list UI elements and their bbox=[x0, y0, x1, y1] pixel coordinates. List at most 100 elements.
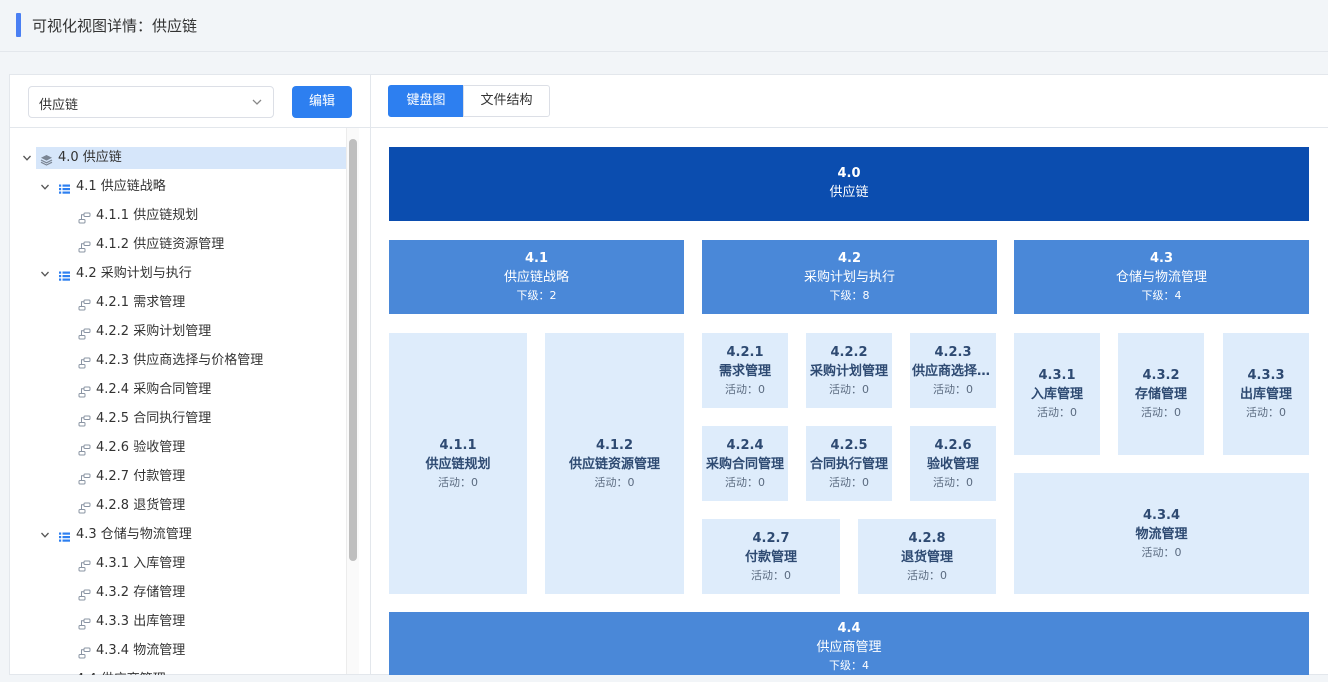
block-code: 4.2.6 bbox=[934, 437, 972, 453]
leaf-block[interactable]: 4.2.4 采购合同管理 活动：0 bbox=[702, 426, 788, 501]
leaf-block[interactable]: 4.1.2 供应链资源管理 活动：0 bbox=[545, 333, 684, 594]
chevron-down-icon[interactable] bbox=[22, 153, 32, 163]
leaf-block[interactable]: 4.3.1 入库管理 活动：0 bbox=[1014, 333, 1100, 455]
block-name: 供应商选择与价格管理 bbox=[912, 363, 996, 379]
tab-keyboard-map[interactable]: 键盘图 bbox=[388, 85, 464, 117]
tree-item[interactable]: 4.2.8 退货管理 bbox=[10, 495, 346, 517]
block-sub: 下级：8 bbox=[829, 289, 870, 302]
flow-icon bbox=[78, 413, 91, 427]
leaf-block[interactable]: 4.2.1 需求管理 活动：0 bbox=[702, 333, 788, 408]
tree-scrollbar-thumb[interactable] bbox=[349, 139, 357, 561]
group-block[interactable]: 4.3 仓储与物流管理 下级：4 bbox=[1014, 240, 1309, 314]
flow-icon bbox=[78, 326, 91, 340]
tree-item[interactable]: 4.4 供应商管理 bbox=[10, 669, 346, 675]
tree-item[interactable]: 4.2.1 需求管理 bbox=[10, 292, 346, 314]
block-code: 4.2.7 bbox=[752, 530, 790, 546]
tree-item-label: 4.4 供应商管理 bbox=[76, 669, 166, 675]
tree-item-label: 4.3.3 出库管理 bbox=[96, 614, 186, 629]
tree-item[interactable]: 4.3.3 出库管理 bbox=[10, 611, 346, 633]
block-code: 4.2.5 bbox=[830, 437, 868, 453]
leaf-block[interactable]: 4.2.7 付款管理 活动：0 bbox=[702, 519, 840, 594]
tree-item-label: 4.2.6 验收管理 bbox=[96, 440, 186, 455]
tree-item-label: 4.0 供应链 bbox=[58, 150, 122, 165]
block-code: 4.0 bbox=[837, 166, 861, 181]
block-sub: 活动：0 bbox=[1246, 406, 1286, 419]
block-name: 需求管理 bbox=[718, 363, 771, 379]
block-code: 4.2.8 bbox=[908, 530, 946, 546]
block-code: 4.1.2 bbox=[595, 437, 633, 453]
view-select-value: 供应链 bbox=[39, 98, 79, 113]
tree-item-label: 4.1.2 供应链资源管理 bbox=[96, 237, 225, 252]
block-name: 供应链战略 bbox=[503, 270, 569, 285]
leaf-block[interactable]: 4.3.2 存储管理 活动：0 bbox=[1118, 333, 1204, 455]
block-sub: 活动：0 bbox=[907, 568, 947, 582]
block-code: 4.3 bbox=[1149, 251, 1174, 266]
keyboard-map-canvas: 4.0 供应链 4.1 供应链战略 下级：2 4.2 采购计划与执行 下级：8 4.3 仓储与物流… bbox=[371, 128, 1328, 675]
view-select[interactable]: 供应链 bbox=[28, 86, 274, 118]
leaf-block[interactable]: 4.1.1 供应链规划 活动：0 bbox=[389, 333, 527, 594]
flow-icon bbox=[78, 471, 91, 485]
tab-file-structure[interactable]: 文件结构 bbox=[463, 85, 550, 117]
block-name: 退货管理 bbox=[900, 549, 953, 565]
block-name: 入库管理 bbox=[1030, 387, 1083, 402]
tree-item[interactable]: 4.0 供应链 bbox=[23, 147, 346, 169]
tree-item-label: 4.2.4 采购合同管理 bbox=[96, 382, 212, 397]
tree-item[interactable]: 4.1 供应链战略 bbox=[10, 176, 346, 198]
block-code: 4.2.4 bbox=[726, 437, 764, 453]
process-tree: 4.0 供应链 4.1 供应链战略 4.1.1 供应链规划 4.1.2 供应链资源管理… bbox=[10, 145, 346, 675]
block-code: 4.3.1 bbox=[1038, 368, 1076, 383]
list-icon bbox=[58, 268, 71, 281]
block-sub: 活动：0 bbox=[725, 475, 765, 489]
tree-item[interactable]: 4.2.6 验收管理 bbox=[10, 437, 346, 459]
tree-item[interactable]: 4.3.2 存储管理 bbox=[10, 582, 346, 604]
block-code: 4.2 bbox=[837, 251, 862, 266]
chevron-down-icon[interactable] bbox=[40, 269, 50, 279]
tree-item[interactable]: 4.1.1 供应链规划 bbox=[10, 205, 346, 227]
block-name: 验收管理 bbox=[926, 456, 979, 472]
tree-item[interactable]: 4.3.1 入库管理 bbox=[10, 553, 346, 575]
block-name: 供应链 bbox=[829, 185, 869, 200]
leaf-block[interactable]: 4.2.8 退货管理活动：0 bbox=[858, 519, 996, 594]
block-code: 4.2.3 bbox=[934, 344, 972, 360]
tree-item[interactable]: 4.2.4 采购合同管理 bbox=[10, 379, 346, 401]
tree-item[interactable]: 4.2.7 付款管理 bbox=[10, 466, 346, 488]
tree-item[interactable]: 4.2 采购计划与执行 bbox=[10, 263, 346, 285]
tree-item[interactable]: 4.2.5 合同执行管理 bbox=[10, 408, 346, 430]
tree-item[interactable]: 4.3 仓储与物流管理 bbox=[10, 524, 346, 546]
tree-item-label: 4.2.5 合同执行管理 bbox=[96, 411, 212, 426]
block-code: 4.3.3 bbox=[1247, 368, 1285, 383]
flow-icon bbox=[78, 500, 91, 514]
leaf-block[interactable]: 4.2.2 采购计划管理 活动：0 bbox=[806, 333, 892, 408]
tree-item-label: 4.3 仓储与物流管理 bbox=[76, 527, 192, 542]
block-sub: 活动：0 bbox=[725, 382, 765, 396]
block-code: 4.1.1 bbox=[439, 437, 477, 453]
tree-item-label: 4.1 供应链战略 bbox=[76, 179, 166, 194]
group-block[interactable]: 4.2 采购计划与执行 下级：8 bbox=[702, 240, 997, 314]
flow-icon bbox=[78, 297, 91, 311]
tree-item[interactable]: 4.3.4 物流管理 bbox=[10, 640, 346, 662]
root-block[interactable]: 4.0 供应链 bbox=[389, 147, 1309, 221]
block-sub: 活动：0 bbox=[829, 382, 869, 396]
list-icon bbox=[58, 674, 71, 675]
group-block[interactable]: 4.4 供应商管理 下级：4 bbox=[389, 612, 1309, 675]
block-name: 物流管理 bbox=[1135, 526, 1188, 542]
leaf-block[interactable]: 4.2.5 合同执行管理 活动：0 bbox=[806, 426, 892, 501]
block-sub: 下级：4 bbox=[1141, 289, 1182, 302]
leaf-block[interactable]: 4.3.3 出库管理 活动：0 bbox=[1223, 333, 1309, 455]
chevron-down-icon[interactable] bbox=[40, 182, 50, 192]
group-block[interactable]: 4.1 供应链战略 下级：2 bbox=[389, 240, 684, 314]
block-sub: 活动：0 bbox=[933, 475, 973, 489]
block-name: 付款管理 bbox=[744, 549, 797, 565]
leaf-block[interactable]: 4.3.4 物流管理 活动：0 bbox=[1014, 473, 1309, 594]
tree-item[interactable]: 4.2.2 采购计划管理 bbox=[10, 321, 346, 343]
edit-button[interactable]: 编辑 bbox=[292, 86, 352, 118]
tree-item-label: 4.3.2 存储管理 bbox=[96, 585, 186, 600]
flow-icon bbox=[78, 442, 91, 456]
tree-item[interactable]: 4.1.2 供应链资源管理 bbox=[10, 234, 346, 256]
leaf-block[interactable]: 4.2.3 供应商选择与价格管理活动：0 bbox=[910, 333, 996, 408]
block-name: 采购计划管理 bbox=[809, 363, 888, 379]
flow-icon bbox=[78, 645, 91, 659]
tree-item[interactable]: 4.2.3 供应商选择与价格管理 bbox=[10, 350, 346, 372]
chevron-down-icon[interactable] bbox=[40, 530, 50, 540]
leaf-block[interactable]: 4.2.6 验收管理活动：0 bbox=[910, 426, 996, 501]
